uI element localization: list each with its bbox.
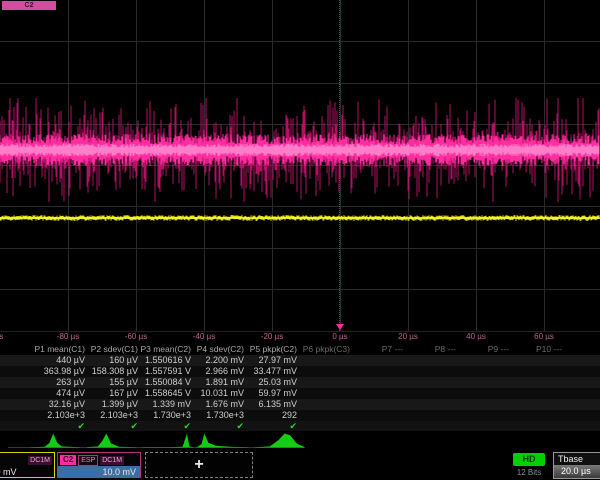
param-header[interactable]: P2 sdev(C1)	[91, 344, 138, 355]
channel-descriptor-c2[interactable]: C2 ESP DC1M 10.0 mV	[57, 452, 141, 478]
time-tick-label: -20 µs	[261, 332, 283, 341]
c1-vdiv-value: 10.0 mV	[0, 466, 54, 478]
c1-coupling-badge: DC1M	[28, 456, 52, 465]
table-row-max: 474 µV 167 µV 1.558645 V 10.031 mV 59.97 mV	[0, 388, 600, 399]
param-header[interactable]: P9 ---	[488, 344, 509, 355]
param-value: 158.308 µV	[92, 366, 138, 377]
param-value: 1.891 mV	[205, 377, 244, 388]
time-tick-label: -100 µs	[0, 332, 3, 341]
resolution-bits-label: 12 Bits	[508, 468, 550, 477]
param-value: 440 µV	[56, 355, 85, 366]
param-value: 1.339 mV	[152, 399, 191, 410]
param-header[interactable]: P8 ---	[435, 344, 456, 355]
param-value: 1.730e+3	[206, 410, 244, 421]
c1-flat-waveform	[0, 215, 600, 221]
timebase-descriptor[interactable]: Tbase 20.0 µs	[553, 452, 600, 479]
histicon-P3[interactable]	[143, 434, 193, 448]
time-tick-label: 0 µs	[332, 332, 347, 341]
histicon-row[interactable]	[0, 430, 600, 450]
time-tick-label: 60 µs	[534, 332, 554, 341]
param-value: 1.676 mV	[205, 399, 244, 410]
param-value: 1.557591 V	[145, 366, 191, 377]
param-value: 474 µV	[56, 388, 85, 399]
histicon-P4[interactable]	[197, 434, 247, 448]
timebase-value: 20.0 µs	[554, 465, 600, 478]
param-value: 1.730e+3	[153, 410, 191, 421]
param-header[interactable]: P5 pkpk(C2)	[250, 344, 297, 355]
param-header[interactable]: P4 sdev(C2)	[197, 344, 244, 355]
param-value: 160 µV	[109, 355, 138, 366]
param-value: 263 µV	[56, 377, 85, 388]
oscilloscope-screen: C2 -100 µs -80 µs -60 µs -40 µs -20 µs 0 µs 20…	[0, 0, 600, 480]
trace-badge: C2	[2, 1, 56, 10]
param-value: 32.16 µV	[49, 399, 85, 410]
time-tick-label: -80 µs	[57, 332, 79, 341]
param-header[interactable]: P6 pkpk(C3)	[303, 344, 350, 355]
table-row-value: 440 µV 160 µV 1.550616 V 2.200 mV 27.97 mV	[0, 355, 600, 366]
param-value: 33.477 mV	[253, 366, 297, 377]
param-value: 2.200 mV	[205, 355, 244, 366]
measurement-table: P1 mean(C1) P2 sdev(C1)P3 mean(C2) P4 sdev…	[0, 344, 600, 430]
param-header[interactable]: P1 mean(C1)	[34, 344, 85, 355]
param-header[interactable]: P10 ---	[536, 344, 562, 355]
time-tick-label: 20 µs	[398, 332, 418, 341]
param-value: 27.97 mV	[258, 355, 297, 366]
waveform-plot	[0, 0, 600, 331]
time-tick-label: -60 µs	[125, 332, 147, 341]
c2-coupling-badge: DC1M	[100, 456, 124, 465]
param-value: 2.966 mV	[205, 366, 244, 377]
histicon-P5[interactable]	[255, 434, 304, 448]
histicon-P2[interactable]	[87, 434, 136, 448]
trigger-marker-icon[interactable]	[336, 324, 344, 330]
table-row-num: 2.103e+3 2.103e+3 1.730e+3 1.730e+3 292	[0, 410, 600, 421]
param-value: 10.031 mV	[200, 388, 244, 399]
table-header-row: P1 mean(C1) P2 sdev(C1)P3 mean(C2) P4 sdev…	[0, 344, 600, 355]
c2-processing-badge: ESP	[78, 455, 98, 466]
param-value: 155 µV	[109, 377, 138, 388]
param-value: 2.103e+3	[47, 410, 85, 421]
channel-descriptor-c1[interactable]: C1 DC1M 10.0 mV	[0, 452, 55, 478]
descriptor-bar: C1 DC1M 10.0 mV C2 ESP DC1M 10.0 mV + HD…	[0, 450, 600, 480]
table-row-mean: 363.98 µV 158.308 µV 1.557591 V 2.966 mV 33.…	[0, 366, 600, 377]
add-trace-button[interactable]: +	[145, 452, 253, 478]
param-header[interactable]: P3 mean(C2)	[140, 344, 191, 355]
param-value: 59.97 mV	[258, 388, 297, 399]
param-value: 292	[282, 410, 297, 421]
param-value: 363.98 µV	[44, 366, 85, 377]
timebase-label: Tbase	[554, 453, 600, 465]
param-value: 2.103e+3	[100, 410, 138, 421]
waveform-grid: C2	[0, 0, 600, 332]
c2-noise-waveform	[0, 98, 599, 202]
param-value: 1.550616 V	[145, 355, 191, 366]
time-tick-label: -40 µs	[193, 332, 215, 341]
histicon-P1[interactable]	[31, 434, 80, 448]
param-value: 167 µV	[109, 388, 138, 399]
hd-mode-badge[interactable]: HD	[513, 453, 545, 466]
param-value: 25.03 mV	[258, 377, 297, 388]
param-value: 1.558645 V	[145, 388, 191, 399]
table-row-sdev: 32.16 µV 1.399 µV 1.339 mV 1.676 mV 6.135 mV	[0, 399, 600, 410]
table-row-min: 263 µV 155 µV 1.550084 V 1.891 mV 25.03 mV	[0, 377, 600, 388]
param-value: 1.399 µV	[102, 399, 138, 410]
param-value: 6.135 mV	[258, 399, 297, 410]
time-axis: -100 µs -80 µs -60 µs -40 µs -20 µs 0 µs 20 µs…	[0, 331, 600, 344]
time-tick-label: 40 µs	[466, 332, 486, 341]
param-value: 1.550084 V	[145, 377, 191, 388]
plus-icon: +	[194, 456, 203, 474]
c2-channel-badge: C2	[60, 455, 76, 465]
c2-vdiv-value: 10.0 mV	[58, 466, 140, 478]
param-header[interactable]: P7 ---	[382, 344, 403, 355]
